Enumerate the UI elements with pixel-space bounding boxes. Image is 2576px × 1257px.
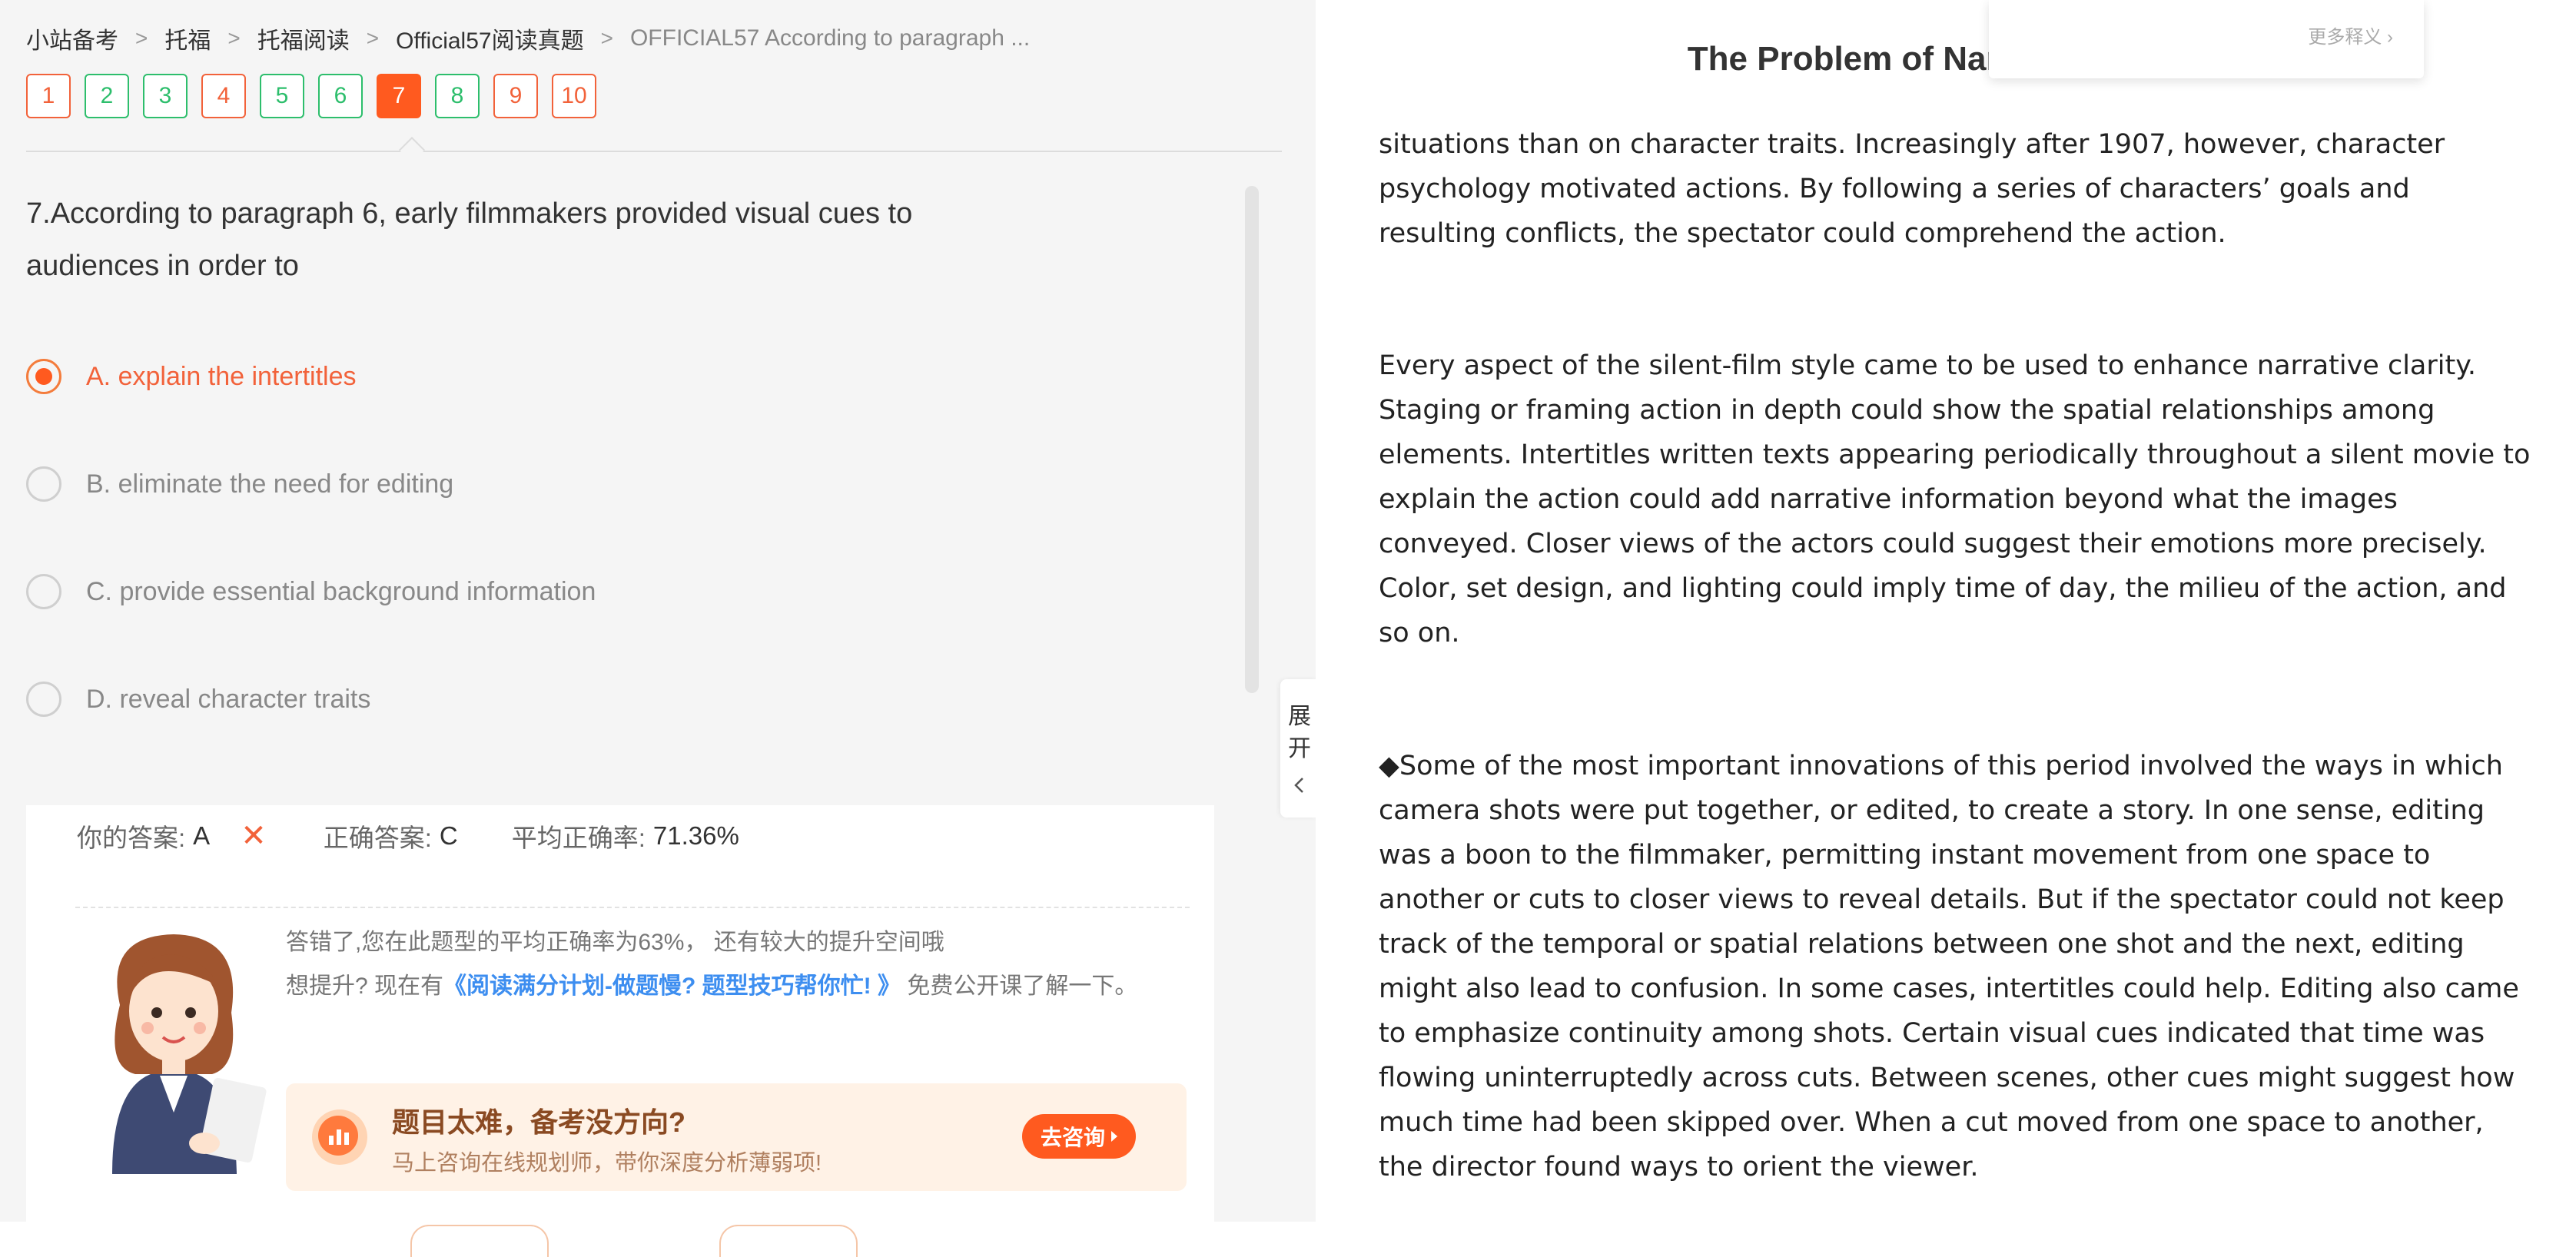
question-number-4[interactable]: 4 bbox=[201, 74, 246, 118]
answer-result-card: 你的答案: A ✕ 正确答案: C 平均正确率: 71.36% 答错了,您在此题 bbox=[26, 805, 1214, 1257]
tip-line-1: 答错了,您在此题型的平均正确率为63%， 还有较大的提升空间哦 bbox=[286, 930, 944, 955]
consult-banner: 题目太难，备考没方向? 马上咨询在线规划师，带你深度分析薄弱项! 去咨询 bbox=[286, 1083, 1187, 1191]
breadcrumb-separator-icon: > bbox=[135, 26, 148, 50]
option-label: B. eliminate the need for editing bbox=[86, 469, 454, 499]
question-number-2[interactable]: 2 bbox=[85, 74, 129, 118]
your-answer-value: A bbox=[193, 821, 211, 850]
average-rate-value: 71.36% bbox=[652, 821, 739, 850]
breadcrumb-separator-icon: > bbox=[366, 26, 380, 50]
option-pill[interactable] bbox=[410, 1225, 549, 1257]
play-triangle-icon bbox=[1111, 1131, 1117, 1142]
active-question-caret bbox=[399, 137, 425, 163]
consult-button[interactable]: 去咨询 bbox=[1022, 1114, 1136, 1159]
option-label: C. provide essential background informat… bbox=[86, 576, 596, 606]
consult-button-label: 去咨询 bbox=[1040, 1126, 1105, 1149]
tip-suffix: 免费公开课了解一下。 bbox=[901, 973, 1138, 999]
more-definitions-link[interactable]: 更多释义 › bbox=[2308, 22, 2393, 48]
breadcrumb-official57[interactable]: Official57阅读真题 bbox=[396, 22, 584, 55]
expand-label-char: 开 bbox=[1288, 736, 1311, 761]
passage-paragraph: Every aspect of the silent-film style ca… bbox=[1379, 350, 2531, 648]
passage-panel: The Problem of Narrative Clarity situati… bbox=[1316, 0, 2576, 1222]
expand-label-char: 展 bbox=[1288, 704, 1311, 729]
expand-panel-tab[interactable]: 展 开 bbox=[1280, 679, 1319, 818]
correct-answer-label: 正确答案: bbox=[323, 824, 432, 852]
option-label: D. reveal character traits bbox=[86, 684, 371, 714]
option-pill[interactable] bbox=[719, 1225, 858, 1257]
tip-line-2: 想提升? 现在有《阅读满分计划-做题慢? 题型技巧帮你忙! 》 免费公开课了解一… bbox=[286, 964, 1177, 1008]
question-number-8[interactable]: 8 bbox=[435, 74, 480, 118]
breadcrumb-toefl-reading[interactable]: 托福阅读 bbox=[257, 22, 350, 55]
advisor-avatar bbox=[112, 934, 267, 1174]
definition-popup: 更多释义 › bbox=[1989, 0, 2424, 78]
tip-text: 答错了,您在此题型的平均正确率为63%， 还有较大的提升空间哦 想提升? 现在有… bbox=[286, 920, 1177, 1008]
consult-chart-icon bbox=[312, 1109, 367, 1165]
question-number-1[interactable]: 1 bbox=[26, 74, 71, 118]
radio-checked-icon[interactable] bbox=[26, 359, 61, 394]
question-number-7[interactable]: 7 bbox=[377, 74, 421, 118]
option-label: A. explain the intertitles bbox=[86, 361, 357, 391]
breadcrumb-separator-icon: > bbox=[600, 26, 613, 50]
nav-divider bbox=[26, 151, 1282, 152]
breadcrumb-toefl[interactable]: 托福 bbox=[164, 22, 211, 55]
answer-summary-row: 你的答案: A ✕ 正确答案: C 平均正确率: 71.36% bbox=[77, 805, 739, 867]
question-scrollbar[interactable] bbox=[1245, 186, 1259, 693]
passage-paragraph: ◆Some of the most important innovations … bbox=[1379, 751, 2519, 1182]
breadcrumb-current: OFFICIAL57 According to paragraph ... bbox=[629, 25, 1031, 51]
radio-unchecked-icon[interactable] bbox=[26, 574, 61, 609]
consult-subtitle: 马上咨询在线规划师，带你深度分析薄弱项! bbox=[392, 1151, 822, 1176]
breadcrumb: 小站备考 > 托福 > 托福阅读 > Official57阅读真题 > OFFI… bbox=[26, 20, 1030, 57]
question-number-6[interactable]: 6 bbox=[318, 74, 363, 118]
option-b[interactable]: B. eliminate the need for editing bbox=[26, 466, 453, 502]
option-a[interactable]: A. explain the intertitles bbox=[26, 359, 357, 394]
wrong-x-icon: ✕ bbox=[241, 819, 267, 853]
consult-title: 题目太难，备考没方向? bbox=[392, 1106, 685, 1138]
your-answer-label: 你的答案: bbox=[77, 824, 186, 852]
tip-prefix: 想提升? 现在有 bbox=[286, 973, 444, 999]
question-number-10[interactable]: 10 bbox=[552, 74, 596, 118]
correct-answer-value: C bbox=[439, 821, 458, 850]
more-definitions-label: 更多释义 bbox=[2308, 27, 2382, 48]
breadcrumb-separator-icon: > bbox=[227, 26, 241, 50]
option-c[interactable]: C. provide essential background informat… bbox=[26, 574, 596, 609]
question-text: 7.According to paragraph 6, early filmma… bbox=[26, 197, 913, 282]
question-number-3[interactable]: 3 bbox=[143, 74, 188, 118]
average-rate-label: 平均正确率: bbox=[511, 824, 646, 852]
chevron-left-icon bbox=[1294, 778, 1303, 793]
question-number-nav: 1 2 3 4 5 6 7 8 9 10 bbox=[26, 74, 596, 118]
passage-paragraph: situations than on character traits. Inc… bbox=[1379, 129, 2445, 249]
breadcrumb-home[interactable]: 小站备考 bbox=[26, 22, 118, 55]
result-divider bbox=[75, 907, 1190, 908]
question-panel: 小站备考 > 托福 > 托福阅读 > Official57阅读真题 > OFFI… bbox=[0, 0, 1319, 1257]
radio-unchecked-icon[interactable] bbox=[26, 682, 61, 717]
question-number-9[interactable]: 9 bbox=[493, 74, 538, 118]
option-d[interactable]: D. reveal character traits bbox=[26, 682, 370, 717]
question-number-5[interactable]: 5 bbox=[260, 74, 304, 118]
radio-unchecked-icon[interactable] bbox=[26, 466, 61, 502]
course-link[interactable]: 《阅读满分计划-做题慢? 题型技巧帮你忙! 》 bbox=[443, 973, 901, 999]
